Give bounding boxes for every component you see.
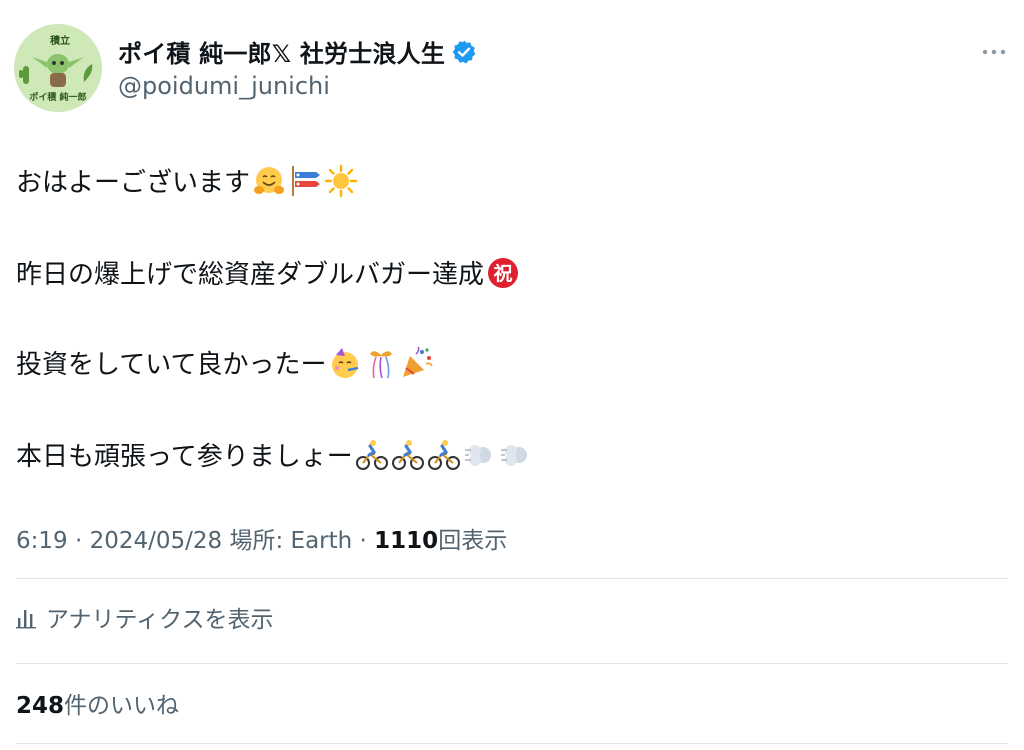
tweet-line: 本日も頑張って参りましょー (16, 436, 533, 473)
svg-text:祝: 祝 (494, 262, 513, 285)
likes-count: 248 (16, 693, 65, 719)
views-label: 回表示 (438, 528, 508, 554)
dash-icon (499, 438, 533, 472)
cyclist-icon (391, 438, 425, 472)
carp-streamer-icon (288, 164, 322, 198)
avatar[interactable]: 積立 ポイ積 純一郎 (14, 24, 102, 112)
more-options-icon[interactable] (980, 40, 1008, 64)
cyclist-icon (427, 438, 461, 472)
divider (16, 578, 1008, 579)
view-analytics-button[interactable]: アナリティクスを表示 (16, 600, 273, 634)
view-analytics-label: アナリティクスを表示 (46, 607, 274, 633)
hugging-face-emoji-icon (252, 164, 286, 198)
divider (16, 663, 1008, 664)
party-popper-icon (400, 346, 434, 380)
views-count: 1110 (374, 528, 439, 554)
author-display-name[interactable]: ポイ積 純一郎𝕏 社労士浪人生 (118, 34, 445, 69)
likes-count-link[interactable]: 248件のいいね (16, 686, 179, 720)
divider (16, 743, 1008, 744)
wrapped-gift-ribbon-icon (364, 346, 398, 380)
tweet-line-text: おはよーございます (16, 168, 251, 198)
tweet-line-text: 昨日の爆上げで総資産ダブルバガー達成 (16, 260, 485, 290)
tweet-detail: 積立 ポイ積 純一郎 ポイ積 純一郎𝕏 社労士浪人生 @poidumi_juni… (0, 0, 1024, 750)
avatar-caption-bottom: ポイ積 純一郎 (29, 93, 87, 103)
tweet-date[interactable]: 2024/05/28 (90, 528, 223, 554)
verified-badge-icon (451, 39, 477, 65)
dash-icon (463, 438, 497, 472)
tweet-line-text: 本日も頑張って参りましょー (16, 442, 353, 472)
tweet-line: おはよーございます (16, 162, 358, 199)
location-value: Earth (290, 528, 353, 554)
likes-label: 件のいいね (64, 693, 180, 719)
sun-icon (324, 164, 358, 198)
author-name-row[interactable]: ポイ積 純一郎𝕏 社労士浪人生 (118, 34, 477, 69)
meta-separator: · (359, 528, 367, 554)
tweet-line-text: 投資をしていて良かったー (16, 350, 327, 380)
cyclist-icon (355, 438, 389, 472)
location-label: 場所: (229, 528, 284, 554)
tweet-line: 昨日の爆上げで総資産ダブルバガー達成 祝 (16, 254, 520, 291)
meta-separator: · (74, 528, 83, 554)
congratulations-icon: 祝 (486, 256, 520, 290)
partying-face-icon (328, 346, 362, 380)
tweet-meta: 6:19 · 2024/05/28 場所: Earth · 1110回表示 (16, 521, 507, 555)
author-handle[interactable]: @poidumi_junichi (118, 72, 330, 100)
avatar-caption-top: 積立 (50, 36, 70, 47)
analytics-bar-chart-icon (16, 605, 38, 629)
tweet-time[interactable]: 6:19 (16, 528, 68, 554)
tweet-line: 投資をしていて良かったー (16, 344, 434, 381)
